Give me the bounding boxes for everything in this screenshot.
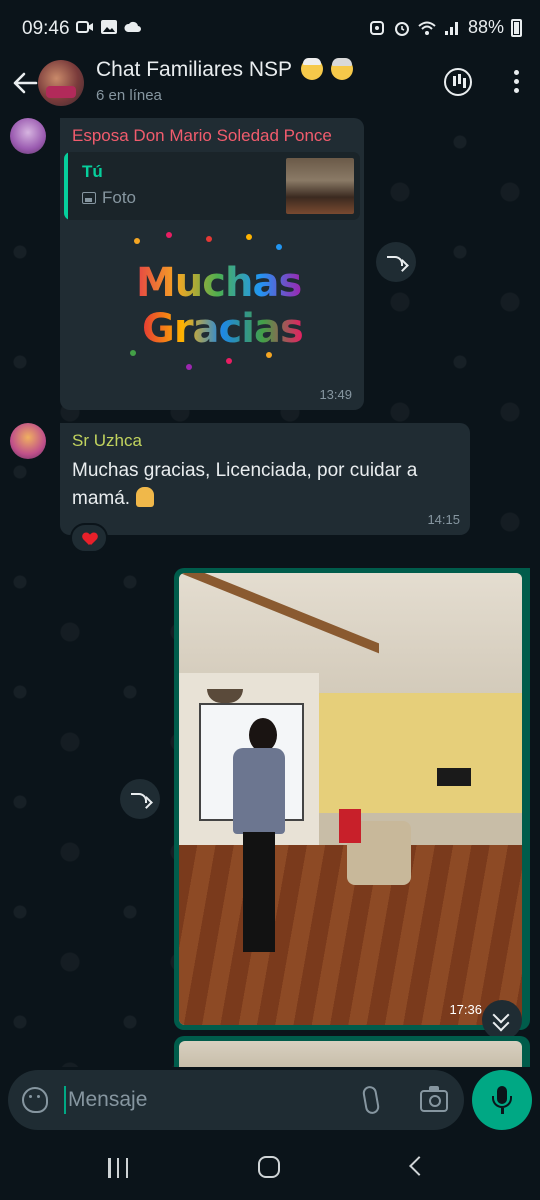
older-man-emoji <box>300 58 323 80</box>
quoted-message[interactable]: Tú Foto <box>64 152 360 220</box>
quote-thumbnail <box>286 158 354 214</box>
chat-subtitle: 6 en línea <box>96 87 162 104</box>
gallery-icon <box>101 20 117 34</box>
wifi-icon <box>418 21 436 35</box>
older-woman-emoji <box>331 58 354 80</box>
sender-name[interactable]: Esposa Don Mario Soledad Ponce <box>72 126 332 146</box>
chat-messages[interactable]: Esposa Don Mario Soledad Ponce Tú Foto M… <box>0 112 540 1067</box>
message-bubble[interactable]: Sr Uzhca Muchas gracias, Licenciada, por… <box>60 423 470 535</box>
photo-message[interactable]: 17:36 <box>174 568 530 1030</box>
reaction-badge[interactable] <box>70 523 108 553</box>
battery-icon <box>511 18 522 37</box>
camera-icon[interactable] <box>420 1086 448 1112</box>
photo-message[interactable] <box>174 1036 530 1067</box>
chat-title-text: Chat Familiares NSP <box>96 58 292 81</box>
quote-accent-bar <box>64 152 68 220</box>
back-icon[interactable] <box>409 1156 429 1176</box>
quote-author: Tú <box>82 162 103 181</box>
message-time: 13:49 <box>319 387 352 402</box>
alarm-icon <box>394 21 409 36</box>
back-arrow-icon[interactable] <box>10 68 40 98</box>
signal-icon <box>444 21 458 35</box>
sender-name[interactable]: Sr Uzhca <box>72 431 142 451</box>
attach-icon[interactable] <box>361 1084 381 1116</box>
sender-avatar[interactable] <box>10 118 46 154</box>
group-avatar[interactable] <box>38 60 84 106</box>
status-right-icons: 88% <box>368 17 522 38</box>
folded-hands-emoji <box>136 487 155 507</box>
heart-icon <box>83 533 97 546</box>
photo-image[interactable]: 17:36 <box>179 573 522 1025</box>
message-bubble[interactable]: Esposa Don Mario Soledad Ponce Tú Foto M… <box>60 118 364 410</box>
message-input-container[interactable] <box>8 1070 464 1130</box>
forward-icon[interactable] <box>376 242 416 282</box>
battery-percent: 88% <box>467 17 504 37</box>
message-input-bar <box>0 1068 540 1134</box>
voice-chat-icon[interactable] <box>444 68 472 96</box>
message-text: Muchas gracias, Licenciada, por cuidar a… <box>72 457 457 513</box>
microphone-button[interactable] <box>472 1070 532 1130</box>
scroll-to-bottom-icon[interactable] <box>482 1000 522 1040</box>
mute-icon <box>369 20 384 35</box>
chat-header: Chat Familiares NSP 6 en línea <box>0 58 540 112</box>
sticker-text-muchas: Muchas <box>136 260 302 306</box>
chat-title[interactable]: Chat Familiares NSP <box>96 58 354 82</box>
system-nav-bar <box>0 1134 540 1200</box>
message-time: 14:15 <box>427 512 460 527</box>
more-options-icon[interactable] <box>514 70 520 96</box>
forward-icon[interactable] <box>120 779 160 819</box>
video-icon <box>76 21 93 33</box>
text-cursor <box>64 1086 66 1114</box>
message-input[interactable] <box>68 1070 348 1130</box>
photo-image[interactable] <box>179 1041 522 1067</box>
status-bar: 09:46 88% <box>0 0 540 58</box>
sticker-icon[interactable] <box>22 1087 48 1113</box>
image-icon <box>82 192 96 204</box>
sticker-text-gracias: Gracias <box>142 306 304 352</box>
status-time: 09:46 <box>22 18 70 39</box>
quote-type: Foto <box>82 188 136 208</box>
message-time: 17:36 <box>449 1002 482 1017</box>
sender-avatar[interactable] <box>10 423 46 459</box>
status-left-icons <box>76 19 142 35</box>
message-text-content: Muchas gracias, Licenciada, por cuidar a… <box>72 460 418 509</box>
muchas-gracias-sticker[interactable]: Muchas Gracias <box>126 230 304 378</box>
home-icon[interactable] <box>258 1156 280 1178</box>
cloud-icon <box>124 21 141 32</box>
quote-type-label: Foto <box>102 188 137 207</box>
recents-icon[interactable] <box>108 1158 128 1178</box>
